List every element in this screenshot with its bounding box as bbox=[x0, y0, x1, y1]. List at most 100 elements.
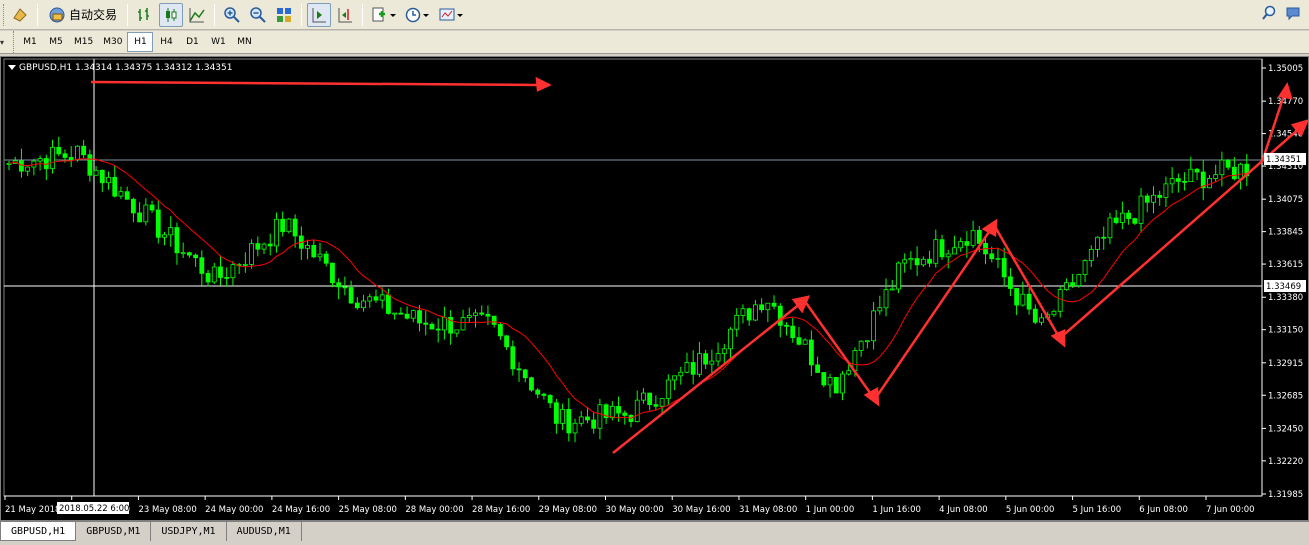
time-label: 31 May 08:00 bbox=[739, 505, 797, 515]
candle-body bbox=[274, 218, 279, 247]
trend-arrow-line[interactable] bbox=[612, 302, 802, 454]
trend-arrow-line[interactable] bbox=[873, 228, 993, 400]
trend-arrow-head bbox=[981, 218, 998, 238]
candle-body bbox=[162, 234, 167, 238]
candle-body bbox=[840, 373, 845, 394]
candle-body bbox=[753, 304, 758, 321]
candle-body bbox=[765, 302, 771, 311]
candle-body bbox=[914, 258, 920, 266]
time-label: 28 May 16:00 bbox=[472, 505, 530, 515]
zoom-out-icon[interactable] bbox=[246, 3, 270, 27]
time-label: 1 Jun 16:00 bbox=[872, 505, 921, 515]
candle-body bbox=[398, 312, 404, 315]
candle-body bbox=[908, 258, 914, 261]
candle-body bbox=[864, 340, 870, 343]
candle-body bbox=[616, 406, 621, 414]
time-label: 24 May 16:00 bbox=[272, 505, 330, 515]
trend-arrows[interactable] bbox=[90, 76, 1309, 454]
time-label: 24 May 00:00 bbox=[205, 505, 263, 515]
search-icon[interactable] bbox=[1261, 5, 1277, 21]
candle-body bbox=[106, 176, 111, 184]
toolbar-separator bbox=[127, 3, 129, 26]
price-label: 1.33615 bbox=[1268, 260, 1303, 270]
indicators-icon[interactable] bbox=[368, 3, 400, 27]
toolbar-dropdown-icon[interactable]: ▾ bbox=[0, 38, 10, 47]
new-order-icon[interactable] bbox=[8, 3, 32, 27]
zoom-in-icon[interactable] bbox=[220, 3, 244, 27]
candle-body bbox=[174, 227, 180, 254]
candle-body bbox=[1138, 195, 1144, 224]
candle-body bbox=[721, 348, 727, 354]
candle-body bbox=[1020, 293, 1026, 306]
candle-body bbox=[709, 360, 715, 365]
candle-body bbox=[485, 313, 491, 317]
chart-shift-icon[interactable] bbox=[333, 3, 357, 27]
candle-body bbox=[87, 154, 93, 176]
time-label: 7 Jun 00:00 bbox=[1206, 505, 1255, 515]
timeframe-button[interactable]: H4 bbox=[153, 32, 179, 52]
candle-body bbox=[740, 308, 746, 316]
periods-clock-icon[interactable] bbox=[402, 3, 434, 27]
toolbar-right bbox=[1261, 5, 1301, 21]
candle-body bbox=[647, 392, 653, 406]
candle-body bbox=[1070, 282, 1076, 287]
bar-chart-icon[interactable] bbox=[133, 3, 157, 27]
time-label: 21 May 2018 bbox=[5, 505, 60, 515]
candle-body bbox=[858, 340, 864, 351]
candle-body bbox=[292, 218, 298, 237]
candle-body bbox=[784, 324, 789, 327]
candle-body bbox=[118, 191, 124, 197]
candle-body bbox=[404, 313, 410, 319]
price-label: 1.33380 bbox=[1268, 293, 1303, 303]
auto-trading-button[interactable]: 自动交易 bbox=[43, 3, 122, 27]
candle-body bbox=[641, 392, 646, 401]
timeframe-button[interactable]: D1 bbox=[179, 32, 205, 52]
candle-body bbox=[771, 302, 777, 307]
timeframe-button[interactable]: M15 bbox=[69, 32, 98, 52]
candle-body bbox=[572, 422, 578, 434]
chart-tabs: GBPUSD,H1 GBPUSD,M1 USDJPY,M1 AUDUSD,M1 bbox=[0, 521, 1309, 545]
candle-body bbox=[386, 294, 391, 314]
candle-body bbox=[976, 229, 982, 244]
toolbar-grip[interactable] bbox=[3, 3, 7, 26]
price-label: 1.35005 bbox=[1268, 64, 1303, 74]
candle-body bbox=[529, 377, 534, 391]
candle-body bbox=[622, 412, 628, 416]
templates-icon[interactable] bbox=[436, 3, 468, 27]
timeframe-button-active[interactable]: H1 bbox=[127, 32, 154, 52]
chart-canvas[interactable]: 1.350051.347701.345401.343101.340751.338… bbox=[1, 57, 1309, 520]
candle-body bbox=[504, 335, 510, 348]
chart-tab[interactable]: USDJPY,M1 bbox=[151, 522, 227, 541]
timeframe-button[interactable]: M5 bbox=[43, 32, 69, 52]
toolbar-separator bbox=[214, 3, 216, 26]
candle-body bbox=[112, 176, 118, 197]
timeframe-button[interactable]: M30 bbox=[98, 32, 127, 52]
candle-body bbox=[1095, 236, 1100, 250]
chat-icon[interactable] bbox=[1285, 5, 1301, 21]
crosshair-price-tag: 1.33469 bbox=[1266, 282, 1301, 292]
chart-tab[interactable]: AUDUSD,M1 bbox=[227, 522, 302, 541]
time-label: 5 Jun 00:00 bbox=[1006, 505, 1055, 515]
candle-body bbox=[286, 218, 292, 233]
tile-windows-icon[interactable] bbox=[272, 3, 296, 27]
timeframe-button[interactable]: W1 bbox=[205, 32, 231, 52]
candle-body bbox=[597, 404, 603, 429]
candle-body bbox=[1144, 195, 1150, 203]
price-label: 1.32450 bbox=[1268, 424, 1303, 434]
horizontal-arrow-line[interactable] bbox=[90, 80, 542, 87]
chart-tab-active[interactable]: GBPUSD,H1 bbox=[0, 522, 77, 541]
horizontal-arrow-head bbox=[535, 76, 552, 92]
candle-body bbox=[1039, 317, 1044, 323]
candlestick-chart-icon[interactable] bbox=[159, 2, 184, 27]
line-chart-icon[interactable] bbox=[185, 3, 209, 27]
timeframe-button[interactable]: M1 bbox=[17, 32, 43, 52]
candle-body bbox=[672, 375, 677, 381]
candle-body bbox=[62, 153, 68, 158]
price-chart[interactable]: 1.35005 1.34770 1.34540 1.34310 1.34075 1.338… bbox=[0, 56, 1309, 521]
candle-body bbox=[896, 262, 901, 290]
timeframe-button[interactable]: MN bbox=[231, 32, 257, 52]
candle-body bbox=[354, 302, 360, 309]
chart-menu-icon[interactable] bbox=[8, 65, 16, 70]
chart-tab[interactable]: GBPUSD,M1 bbox=[76, 522, 152, 541]
chart-autoscroll-icon[interactable] bbox=[307, 2, 332, 27]
